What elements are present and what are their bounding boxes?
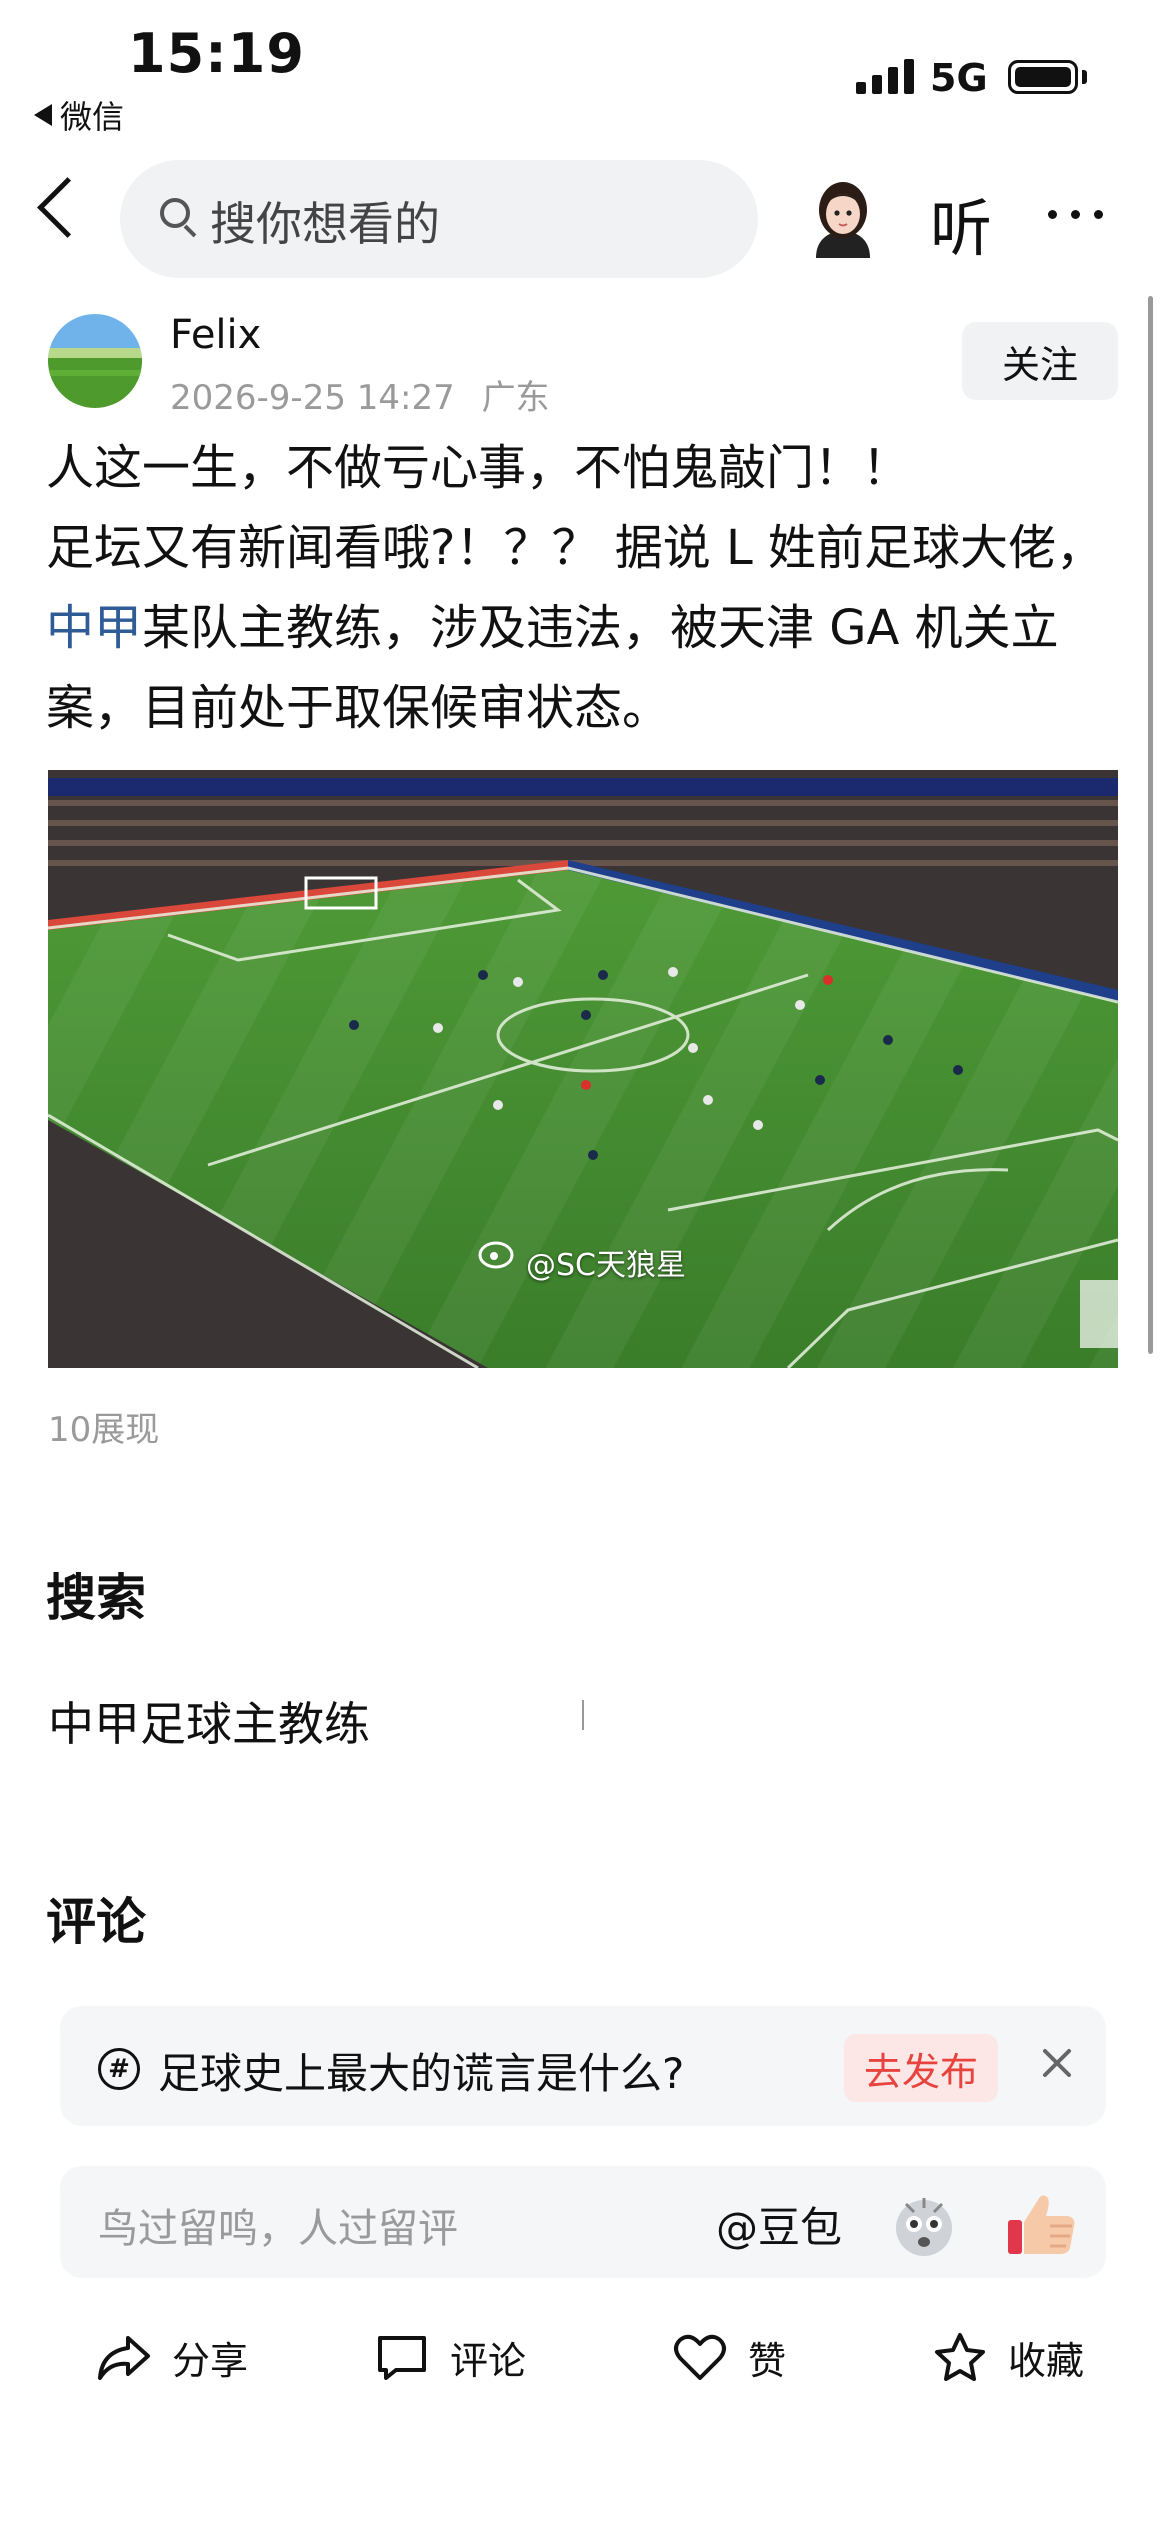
- comments-section-title: 评论: [46, 1893, 146, 1951]
- topic-link[interactable]: 中甲: [46, 600, 142, 656]
- search-suggestion[interactable]: 中甲足球主教练: [48, 1688, 370, 1754]
- like-label: 赞: [748, 2339, 787, 2383]
- user-avatar[interactable]: [48, 314, 142, 408]
- search-placeholder: 搜你想看的: [210, 197, 440, 251]
- post-line: 案，目前处于取保候审状态。: [46, 680, 671, 736]
- comment-button[interactable]: 评论: [374, 2330, 526, 2385]
- comment-label: 评论: [450, 2339, 527, 2383]
- post-line: 人这一生，不做亏心事，不怕鬼敲门！！: [46, 440, 911, 496]
- back-to-app-link[interactable]: 微信: [34, 92, 124, 138]
- comment-placeholder: 鸟过留鸣，人过留评: [98, 2206, 458, 2252]
- post-meta: 2026-9-25 14:27 广东: [170, 370, 550, 419]
- post-location: 广东: [481, 378, 550, 418]
- shocked-emoji-icon[interactable]: [892, 2194, 956, 2258]
- post-line: 中甲某队主教练，涉及违法，被天津 GA 机关立: [46, 600, 1059, 656]
- close-icon[interactable]: [1040, 2046, 1074, 2080]
- divider: [582, 1700, 584, 1730]
- back-icon[interactable]: [37, 177, 98, 238]
- post-datetime: 2026-9-25 14:27: [170, 378, 455, 418]
- thumbs-up-emoji-icon[interactable]: [1004, 2186, 1080, 2262]
- share-label: 分享: [172, 2339, 249, 2383]
- more-icon[interactable]: [1048, 210, 1103, 219]
- network-label: 5G: [930, 56, 988, 100]
- image-watermark: @SC天狼星: [526, 1248, 686, 1283]
- post-line: 足坛又有新闻看哦?！？？ 据说 L 姓前足球大佬，: [46, 520, 1104, 576]
- back-app-label: 微信: [60, 98, 125, 136]
- share-button[interactable]: 分享: [96, 2330, 248, 2385]
- favorite-label: 收藏: [1008, 2339, 1085, 2383]
- battery-icon: [1008, 60, 1078, 94]
- publish-button[interactable]: 去发布: [844, 2034, 998, 2102]
- listen-button[interactable]: 听: [930, 178, 992, 268]
- share-icon: [98, 2335, 150, 2380]
- post-image[interactable]: @SC天狼星: [48, 770, 1118, 1368]
- star-icon: [935, 2332, 985, 2381]
- battery-cap: [1082, 70, 1087, 84]
- mention-doubao-button[interactable]: @豆包: [716, 2194, 842, 2255]
- search-section-title: 搜索: [46, 1569, 146, 1627]
- hashtag-icon: #: [98, 2048, 140, 2090]
- favorite-button[interactable]: 收藏: [932, 2330, 1084, 2385]
- scrollbar[interactable]: [1148, 296, 1153, 1354]
- search-icon: [160, 198, 190, 228]
- status-time: 15:19: [128, 22, 305, 85]
- topic-text[interactable]: 足球史上最大的谎言是什么?: [158, 2040, 684, 2101]
- follow-button[interactable]: 关注: [962, 322, 1118, 400]
- search-bar[interactable]: 搜你想看的: [120, 160, 758, 278]
- view-count: 10展现: [48, 1410, 160, 1450]
- signal-icon: [856, 58, 914, 94]
- heart-icon: [674, 2334, 726, 2380]
- avatar-icon[interactable]: [808, 178, 878, 258]
- post-text: 人这一生，不做亏心事，不怕鬼敲门！！ 足坛又有新闻看哦?！？？ 据说 L 姓前足…: [46, 428, 1136, 748]
- username[interactable]: Felix: [170, 312, 261, 358]
- back-triangle-icon: [34, 104, 52, 126]
- like-button[interactable]: 赞: [672, 2330, 786, 2385]
- comment-icon: [378, 2335, 426, 2380]
